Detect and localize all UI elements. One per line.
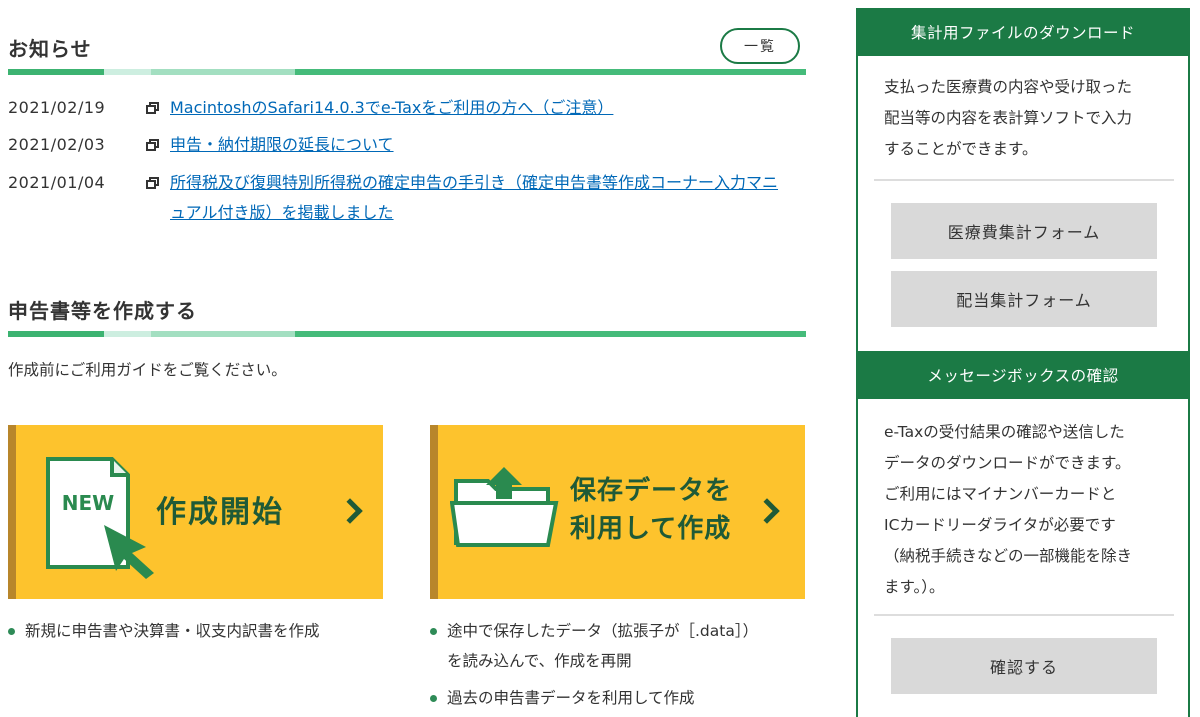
news-link[interactable]: MacintoshのSafari14.0.3でe-Taxをご利用の方へ（ご注意） [170,93,613,123]
create-intro-text: 作成前にご利用ガイドをご覧ください。 [8,361,287,379]
bullet-text: 新規に申告書や決算書・収支内訳書を作成 [25,622,320,640]
bullet-icon [430,695,437,702]
saved-data-label-line1: 保存データを [570,476,733,506]
news-title: お知らせ [8,37,92,61]
news-item: 2021/02/19 MacintoshのSafari14.0.3でe-Taxを… [8,93,806,123]
saved-data-label-line2: 利用して作成 [570,514,732,544]
news-item: 2021/02/03 申告・納付期限の延長について [8,130,806,160]
divider [874,179,1174,181]
list-item: 過去の申告書データを利用して作成 [430,683,806,713]
messagebox-description-line: ICカードリーダライタが必要です [884,516,1116,534]
new-badge-text: NEW [62,491,114,515]
main-content: お知らせ 一覧 2021/02/19 MacintoshのSafari14.0.… [8,0,806,717]
download-description-line: 配当等の内容を表計算ソフトで入力 [884,109,1133,127]
news-link[interactable]: 所得税及び復興特別所得税の確定申告の手引き（確定申告書等作成コーナー入力マニュア… [170,168,790,228]
saved-data-tile[interactable]: 保存データを 利用して作成 [430,425,805,599]
download-description-line: することができます。 [884,140,1038,158]
messagebox-description-line: データのダウンロードができます。 [884,454,1131,472]
messagebox-panel-title: メッセージボックスの確認 [856,351,1190,399]
chevron-right-icon [337,498,363,524]
window-icon [146,102,159,114]
list-item: 途中で保存したデータ（拡張子が［.data］） [430,616,806,646]
bullet-icon [8,628,15,635]
new-document-icon: NEW [46,457,154,579]
messagebox-description-line: ます。）。 [884,578,945,596]
messagebox-description-line: （納税手続きなどの一部機能を除き [884,547,1133,565]
news-date: 2021/01/04 [8,173,106,192]
sidebar: 集計用ファイルのダウンロード 支払った医療費の内容や受け取った 配当等の内容を表… [856,8,1190,717]
list-item-continued: を読み込んで、作成を再開 [430,646,806,676]
list-item: 新規に申告書や決算書・収支内訳書を作成 [8,616,388,646]
window-icon [146,177,159,189]
dividend-form-button[interactable]: 配当集計フォーム [891,271,1157,327]
start-new-tile[interactable]: NEW 作成開始 [8,425,383,599]
messagebox-description-line: e-Taxの受付結果の確認や送信した [884,423,1125,441]
start-new-label: 作成開始 [156,495,284,530]
create-title-bar [8,331,806,337]
folder-upload-icon [450,467,559,547]
create-section-header: 申告書等を作成する [8,280,806,340]
news-title-bar [8,69,806,75]
news-list-button[interactable]: 一覧 [720,28,800,64]
messagebox-description-line: ご利用にはマイナンバーカードと [884,485,1117,503]
news-link[interactable]: 申告・納付期限の延長について [170,130,394,160]
download-description: 支払った医療費の内容や受け取った 配当等の内容を表計算ソフトで入力 することがで… [884,72,1174,165]
bullet-text: 過去の申告書データを利用して作成 [447,689,695,707]
medical-expense-form-button[interactable]: 医療費集計フォーム [891,203,1157,259]
bullet-text: を読み込んで、作成を再開 [447,652,632,670]
create-title: 申告書等を作成する [8,299,197,323]
messagebox-description: e-Taxの受付結果の確認や送信した データのダウンロードができます。 ご利用に… [884,417,1174,603]
confirm-messagebox-button[interactable]: 確認する [891,638,1157,694]
chevron-right-icon [754,498,780,524]
divider [874,614,1174,616]
download-panel-title: 集計用ファイルのダウンロード [856,8,1190,56]
bullet-text: 途中で保存したデータ（拡張子が［.data］） [447,622,759,640]
window-icon [146,139,159,151]
download-description-line: 支払った医療費の内容や受け取った [884,78,1133,96]
bullet-icon [430,628,437,635]
news-section-header: お知らせ 一覧 [8,0,806,80]
news-date: 2021/02/03 [8,135,106,154]
news-item: 2021/01/04 所得税及び復興特別所得税の確定申告の手引き（確定申告書等作… [8,168,806,230]
news-date: 2021/02/19 [8,98,106,117]
